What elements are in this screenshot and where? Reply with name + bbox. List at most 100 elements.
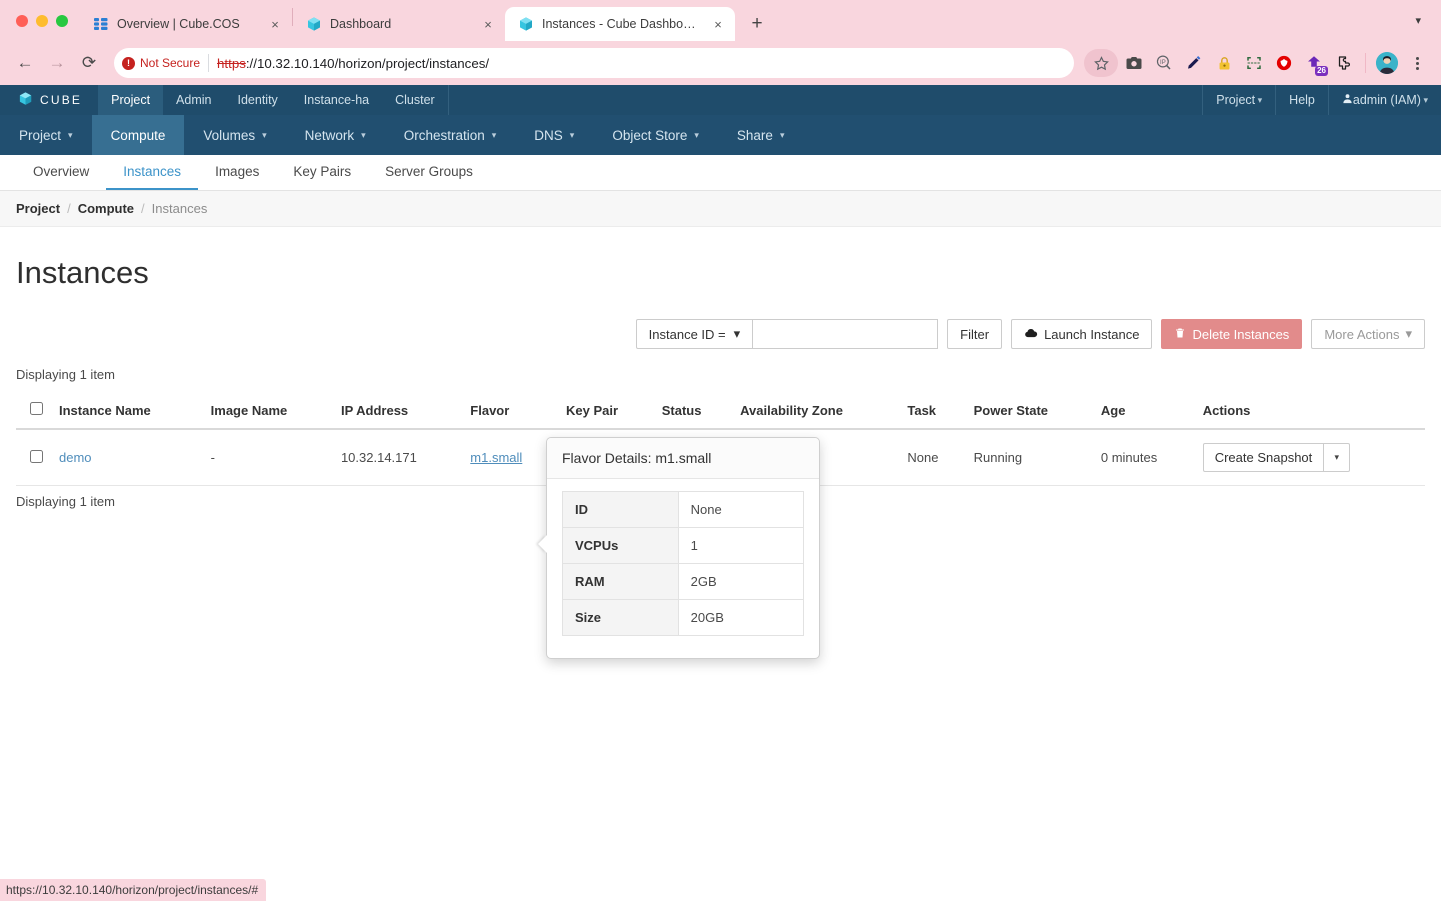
create-snapshot-button[interactable]: Create Snapshot — [1202, 443, 1325, 472]
subnav-item-network[interactable]: Network ▾ — [286, 115, 385, 155]
subnav-item-volumes[interactable]: Volumes ▾ — [184, 115, 285, 155]
chevron-down-icon: ▾ — [361, 129, 366, 140]
horizon-app: CUBE Project Admin Identity Instance-ha … — [0, 85, 1441, 901]
subnav-item-dns[interactable]: DNS ▾ — [515, 115, 593, 155]
forward-button[interactable]: → — [42, 48, 72, 78]
window-controls[interactable] — [10, 0, 80, 41]
row-actions-dropdown-button[interactable]: ▾ — [1324, 443, 1351, 472]
browser-tab-overview[interactable]: Overview | Cube.COS × — [80, 7, 292, 41]
new-tab-button[interactable]: + — [743, 10, 771, 38]
omnibox-divider — [208, 54, 210, 72]
bookmark-star-icon[interactable] — [1084, 49, 1118, 77]
camera-icon[interactable] — [1120, 49, 1148, 77]
adblock-icon[interactable] — [1270, 49, 1298, 77]
browser-tabstrip: Overview | Cube.COS × Dashboard × Instan… — [0, 0, 1441, 41]
chevron-down-icon: ▾ — [733, 326, 741, 341]
trash-icon — [1174, 327, 1186, 342]
topnav-item-admin[interactable]: Admin — [163, 85, 224, 115]
more-actions-button[interactable]: More Actions ▾ — [1311, 319, 1425, 349]
column-age[interactable]: Age — [1092, 392, 1195, 430]
lock-icon[interactable] — [1210, 49, 1238, 77]
toolbar-divider — [1365, 53, 1366, 73]
row-select-checkbox[interactable] — [30, 449, 43, 463]
window-maximize-button[interactable] — [56, 14, 68, 27]
tab-close-button[interactable]: × — [709, 15, 727, 33]
ip-search-icon[interactable]: IP — [1150, 49, 1178, 77]
tab-close-button[interactable]: × — [266, 15, 284, 33]
horizon-subnav: Project ▾ Compute Volumes ▾ Network ▾ Or… — [0, 115, 1441, 155]
tab-images[interactable]: Images — [198, 155, 276, 190]
select-all-header — [16, 392, 51, 430]
column-flavor[interactable]: Flavor — [462, 392, 558, 430]
tab-close-button[interactable]: × — [479, 15, 497, 33]
topnav-project-switcher[interactable]: Project ▾ — [1202, 85, 1275, 115]
column-availability-zone[interactable]: Availability Zone — [732, 392, 900, 430]
column-key-pair[interactable]: Key Pair — [557, 392, 654, 430]
subnav-item-compute[interactable]: Compute — [91, 115, 185, 155]
column-task[interactable]: Task — [899, 392, 966, 430]
flavor-link[interactable]: m1.small — [470, 450, 522, 465]
not-secure-badge[interactable]: ! Not Secure — [122, 56, 200, 70]
delete-instances-label: Delete Instances — [1192, 326, 1290, 342]
filter-button[interactable]: Filter — [947, 319, 1003, 349]
subnav-item-share[interactable]: Share ▾ — [718, 115, 804, 155]
address-bar[interactable]: ! Not Secure https://10.32.10.140/horizo… — [114, 48, 1074, 78]
chevron-down-icon[interactable]: ▾ — [1405, 10, 1431, 31]
extensions-puzzle-icon[interactable] — [1330, 49, 1358, 77]
launch-instance-button[interactable]: Launch Instance — [1011, 319, 1153, 349]
screenshot-frame-icon[interactable] — [1240, 49, 1268, 77]
downloads-arrow-icon[interactable]: 26 — [1300, 49, 1328, 77]
subnav-item-project[interactable]: Project ▾ — [0, 115, 92, 155]
browser-tab-dashboard[interactable]: Dashboard × — [293, 7, 505, 41]
brand-logo[interactable]: CUBE — [0, 85, 98, 115]
column-instance-name[interactable]: Instance Name — [51, 392, 203, 430]
instance-name-link[interactable]: demo — [59, 450, 92, 465]
tab-overview[interactable]: Overview — [16, 155, 106, 190]
filter-search-input[interactable] — [753, 319, 939, 349]
browser-tab-instances[interactable]: Instances - Cube Dashboard × — [505, 7, 735, 41]
downloads-badge: 26 — [1315, 66, 1328, 76]
topnav-user-menu[interactable]: admin (IAM) ▾ — [1327, 85, 1441, 115]
horizon-topnav: CUBE Project Admin Identity Instance-ha … — [0, 85, 1441, 115]
column-status[interactable]: Status — [653, 392, 733, 430]
filter-field-select[interactable]: Instance ID = ▾ — [635, 319, 754, 349]
reload-button[interactable]: ⟳ — [74, 48, 104, 78]
topnav-item-project[interactable]: Project — [98, 85, 164, 115]
more-actions-label: More Actions — [1324, 326, 1400, 342]
tab-instances[interactable]: Instances — [106, 155, 199, 190]
topnav-item-identity[interactable]: Identity — [224, 85, 290, 115]
breadcrumb-item-compute[interactable]: Compute — [78, 201, 134, 216]
kebab-dots — [1415, 56, 1419, 70]
flavor-value-id: None — [677, 491, 804, 528]
back-button[interactable]: ← — [10, 48, 40, 78]
horizon-section-tabs: Overview Instances Images Key Pairs Serv… — [0, 155, 1441, 191]
column-power-state[interactable]: Power State — [965, 392, 1093, 430]
topnav-item-cluster[interactable]: Cluster — [382, 85, 448, 115]
flavor-row-vcpus: VCPUs 1 — [562, 527, 804, 564]
tab-key-pairs[interactable]: Key Pairs — [276, 155, 368, 190]
column-image-name[interactable]: Image Name — [202, 392, 333, 430]
topnav-help-link[interactable]: Help — [1275, 85, 1328, 115]
breadcrumb-item-project[interactable]: Project — [16, 201, 60, 216]
select-all-checkbox[interactable] — [30, 402, 43, 415]
column-ip-address[interactable]: IP Address — [332, 392, 463, 430]
subnav-item-object-store[interactable]: Object Store ▾ — [593, 115, 718, 155]
window-close-button[interactable] — [16, 14, 28, 27]
topnav-item-instance-ha[interactable]: Instance-ha — [291, 85, 382, 115]
browser-toolbar: ← → ⟳ ! Not Secure https://10.32.10.140/… — [0, 41, 1441, 85]
subnav-item-orchestration[interactable]: Orchestration ▾ — [385, 115, 516, 155]
delete-instances-button[interactable]: Delete Instances — [1161, 319, 1303, 349]
breadcrumb-separator: / — [141, 201, 145, 216]
tab-server-groups[interactable]: Server Groups — [368, 155, 490, 190]
profile-avatar-icon[interactable] — [1373, 49, 1401, 77]
tab-title: Overview | Cube.COS — [117, 17, 240, 31]
subnav-label: Orchestration — [403, 127, 485, 143]
url-rest: ://10.32.10.140/horizon/project/instance… — [245, 55, 490, 71]
brand-label: CUBE — [40, 93, 83, 107]
instances-table-head: Instance Name Image Name IP Address Flav… — [16, 392, 1425, 430]
chrome-menu-icon[interactable] — [1403, 49, 1431, 77]
pencil-icon[interactable] — [1180, 49, 1208, 77]
displaying-count-top: Displaying 1 item — [16, 367, 115, 382]
tabstrip-right: ▾ — [1405, 0, 1441, 41]
window-minimize-button[interactable] — [36, 14, 48, 27]
